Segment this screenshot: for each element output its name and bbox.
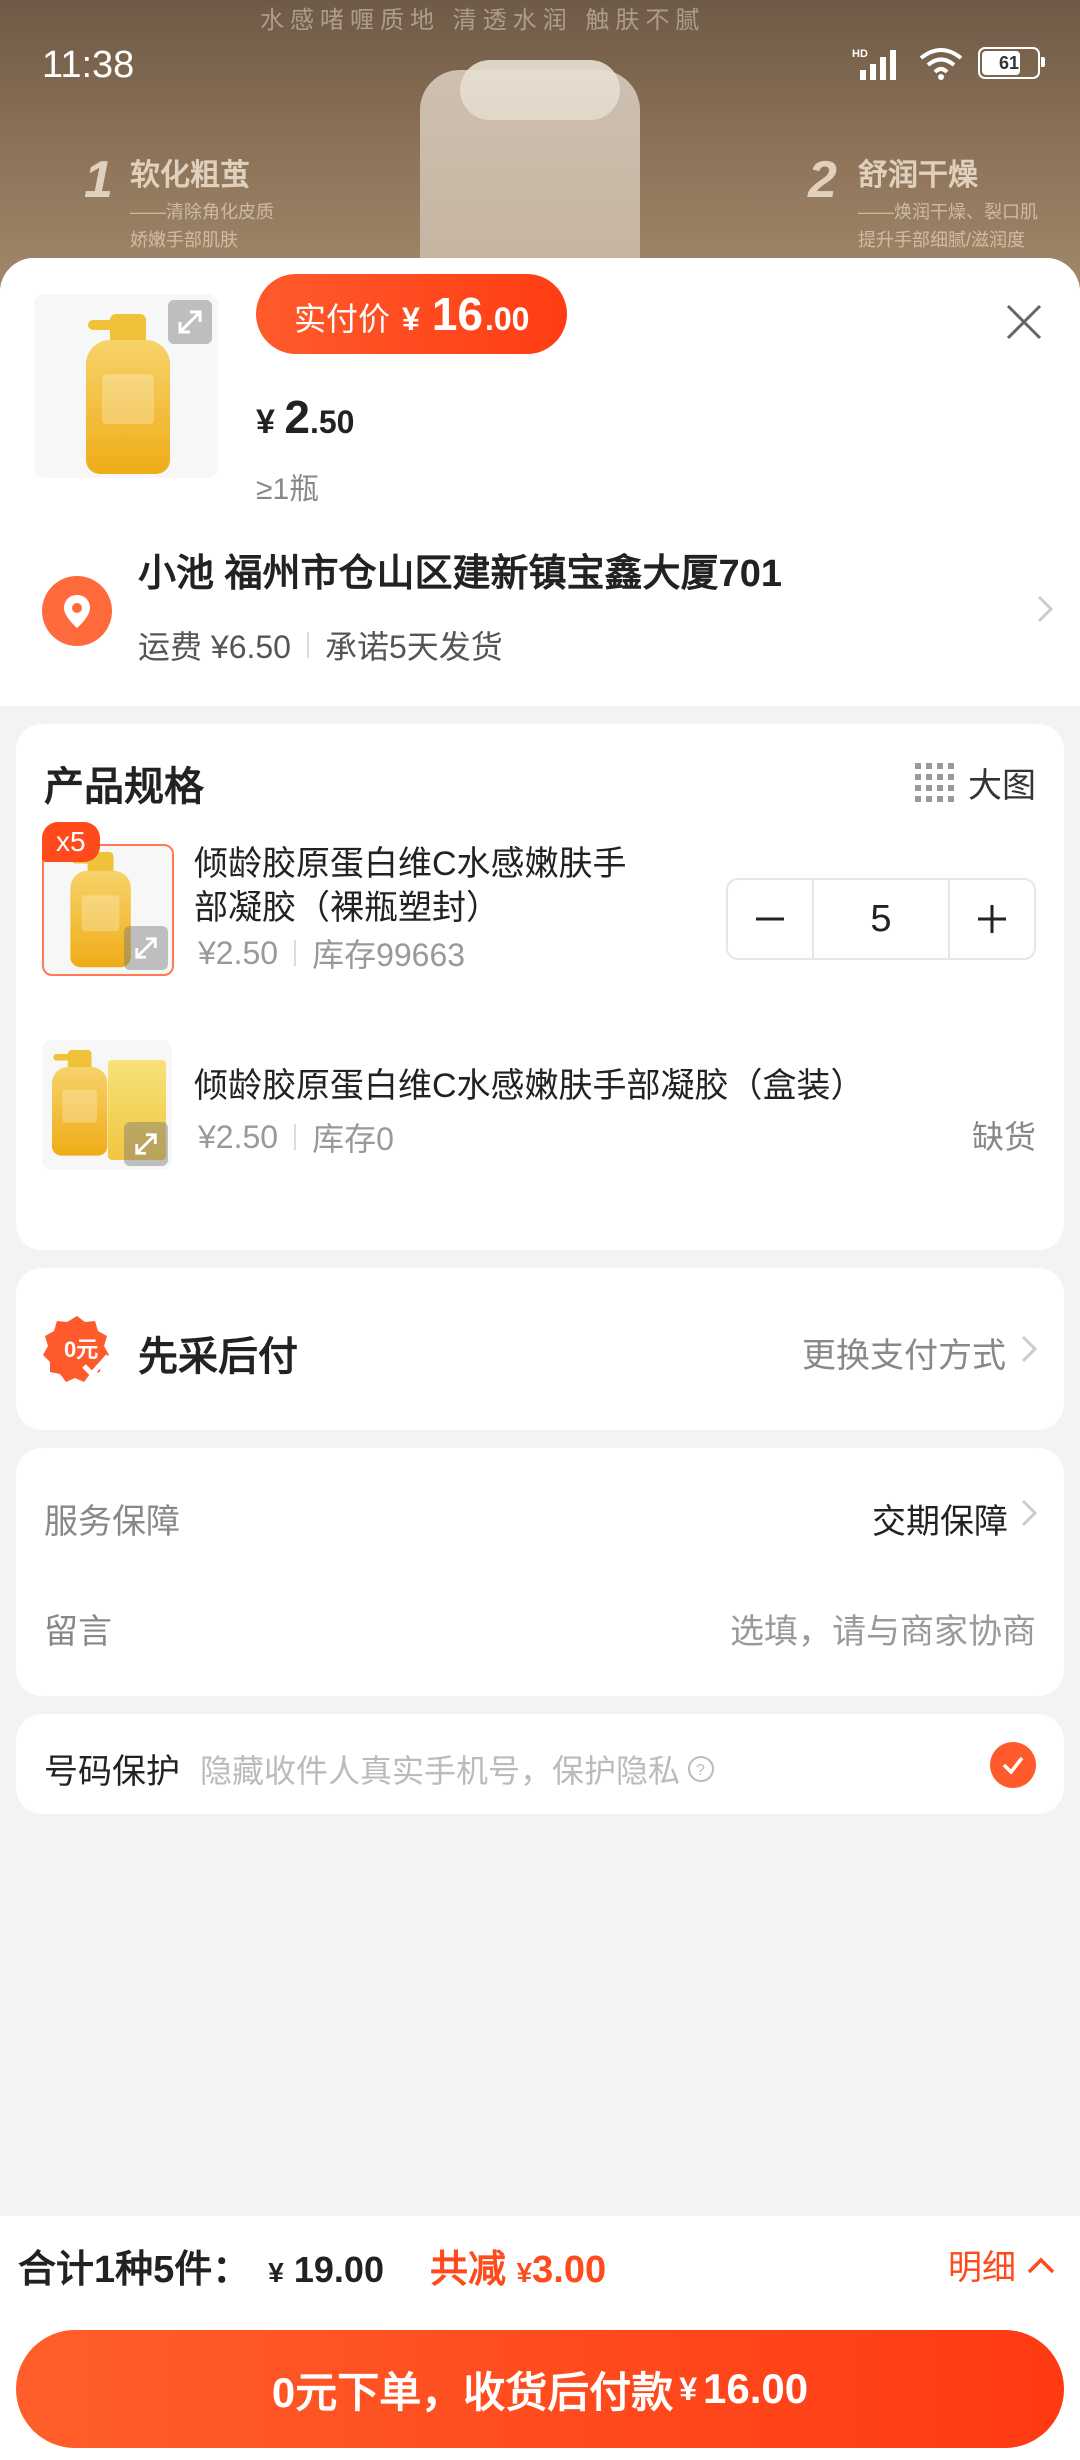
chevron-right-icon (1037, 595, 1054, 623)
actual-price-int: 16 (431, 288, 483, 340)
banner-left-sub2: 娇嫩手部肌肤 (130, 230, 238, 250)
detail-label: 明细 (948, 2249, 1016, 2287)
pay-later-icon: 0元 (43, 1316, 110, 1382)
status-time: 11:38 (42, 44, 135, 86)
privacy-label: 号码保护 (44, 1753, 180, 1791)
sku-stock: 库存99663 (312, 937, 466, 973)
shipping-info: 运费 ¥6.50 承诺5天发货 (138, 622, 503, 668)
service-card: 服务保障 交期保障 留言 选填，请与商家协商 (16, 1448, 1064, 1696)
banner-right-num: 2 (808, 151, 837, 209)
svg-text:HD: HD (852, 48, 868, 60)
help-icon[interactable]: ? (686, 1754, 716, 1784)
spec-title: 产品规格 (44, 765, 204, 809)
actual-price-label: 实付价 (294, 301, 391, 337)
sku-price: ¥2.50 (198, 934, 279, 971)
address-row[interactable]: 小池 福州市仓山区建新镇宝鑫大厦701 运费 ¥6.50 承诺5天发货 (0, 510, 1080, 706)
actual-price-dec: .00 (484, 301, 530, 337)
expand-icon[interactable] (124, 1122, 168, 1166)
message-input[interactable]: 选填，请与商家协商 (730, 1604, 1036, 1653)
sku-thumbnail[interactable] (42, 1040, 172, 1170)
big-picture-label: 大图 (968, 767, 1036, 805)
pay-later-title: 先采后付 (138, 1335, 298, 1379)
detail-toggle[interactable]: 明细 (948, 2240, 1056, 2289)
quantity-stepper: 5 (726, 878, 1036, 960)
order-sheet: 实付价 ¥ 16 .00 ¥ 2.50 ≥1瓶 小池 福州市仓山区建新镇宝鑫大厦… (0, 258, 1080, 2460)
svg-text:0元: 0元 (64, 1337, 98, 1362)
quantity-value[interactable]: 5 (812, 880, 950, 958)
expand-icon[interactable] (168, 300, 212, 344)
sku-price: ¥2.50 (198, 1118, 279, 1155)
checkout-footer: 合计1种5件： ¥ 19.00 共减 ¥3.00 明细 0元下单，收货后付款 ¥… (0, 2216, 1080, 2460)
signal-icon: HD (852, 48, 896, 80)
product-header: 实付价 ¥ 16 .00 ¥ 2.50 ≥1瓶 (0, 258, 1080, 510)
location-pin-icon (42, 576, 112, 646)
sku-thumbnail[interactable] (42, 844, 174, 976)
big-picture-toggle[interactable]: 大图 (915, 758, 1036, 807)
grid-icon (915, 763, 954, 802)
banner-left-num: 1 (84, 151, 113, 209)
svg-text:?: ? (696, 1762, 705, 1779)
discount: 共减 ¥3.00 (429, 2249, 607, 2291)
check-icon (1002, 1756, 1024, 1775)
status-icons: HD 61 (852, 46, 1045, 80)
chevron-right-icon (1021, 1335, 1038, 1363)
actual-price-currency: ¥ (402, 301, 420, 337)
privacy-checkbox[interactable] (990, 1742, 1036, 1788)
bottle-image (80, 314, 176, 474)
increment-button[interactable] (950, 880, 1034, 958)
payment-method-card[interactable]: 0元 先采后付 更换支付方式 (16, 1268, 1064, 1430)
chevron-right-icon (1021, 1499, 1038, 1527)
order-summary: 合计1种5件： ¥ 19.00 共减 ¥3.00 (18, 2238, 606, 2293)
chevron-up-icon (1027, 2257, 1055, 2273)
unit-price: ¥ 2.50 (256, 391, 355, 443)
sku-meta: ¥2.50 库存99663 (198, 930, 465, 976)
plus-icon (978, 905, 1006, 933)
shipping-fee: 运费 ¥6.50 (138, 629, 291, 665)
min-quantity: ≥1瓶 (256, 473, 320, 506)
submit-order-button[interactable]: 0元下单，收货后付款 ¥ 16.00 (16, 2330, 1064, 2448)
change-payment-link[interactable]: 更换支付方式 (802, 1328, 1006, 1377)
wifi-icon (919, 48, 963, 80)
product-thumbnail[interactable] (34, 294, 218, 478)
shipping-promise: 承诺5天发货 (324, 629, 503, 665)
sku-name[interactable]: 倾龄胶原蛋白维C水感嫩肤手部凝胶（盒装） (194, 1064, 865, 1108)
service-value[interactable]: 交期保障 (872, 1494, 1008, 1543)
decrement-button[interactable] (728, 880, 812, 958)
cta-amount: 16.00 (703, 2365, 809, 2412)
banner-left-title: 软化粗茧 (130, 159, 250, 192)
spec-card: 产品规格 大图 x5 倾龄胶原蛋白维C水感嫩肤手 部凝胶（裸瓶塑封） ¥2.50… (16, 724, 1064, 1250)
quantity-badge: x5 (42, 822, 100, 862)
privacy-card: 号码保护 隐藏收件人真实手机号，保护隐私 ? (16, 1714, 1064, 1814)
total-price: ¥ 19.00 (268, 2249, 384, 2290)
banner-left-sub1: ——清除角化皮质 (130, 202, 274, 222)
banner-right-title: 舒润干燥 (858, 159, 978, 192)
battery-icon: 61 (978, 47, 1045, 79)
item-count: 合计1种5件： (18, 2249, 251, 2291)
sku-meta: ¥2.50 库存0 (198, 1114, 394, 1160)
out-of-stock-label: 缺货 (971, 1119, 1036, 1155)
address-text: 小池 福州市仓山区建新镇宝鑫大厦701 (138, 553, 782, 595)
service-label: 服务保障 (44, 1503, 180, 1541)
cta-text: 0元下单，收货后付款 (271, 2368, 674, 2416)
close-icon[interactable] (1002, 300, 1046, 344)
status-bar: 11:38 HD 61 (0, 0, 1080, 120)
banner-right-sub1: ——焕润干燥、裂口肌 (858, 202, 1038, 222)
cta-currency: ¥ (679, 2370, 698, 2407)
bottle-image (48, 1050, 111, 1156)
actual-price-pill: 实付价 ¥ 16 .00 (256, 274, 568, 354)
expand-icon[interactable] (124, 926, 168, 970)
minus-icon (756, 917, 784, 921)
message-label: 留言 (44, 1613, 112, 1651)
battery-level: 61 (998, 52, 1020, 73)
sku-stock: 库存0 (312, 1121, 394, 1157)
banner-right-sub2: 提升手部细腻/滋润度 (858, 230, 1026, 250)
sku-name[interactable]: 倾龄胶原蛋白维C水感嫩肤手 部凝胶（裸瓶塑封） (194, 842, 627, 930)
privacy-hint: 隐藏收件人真实手机号，保护隐私 ? (200, 1746, 716, 1792)
